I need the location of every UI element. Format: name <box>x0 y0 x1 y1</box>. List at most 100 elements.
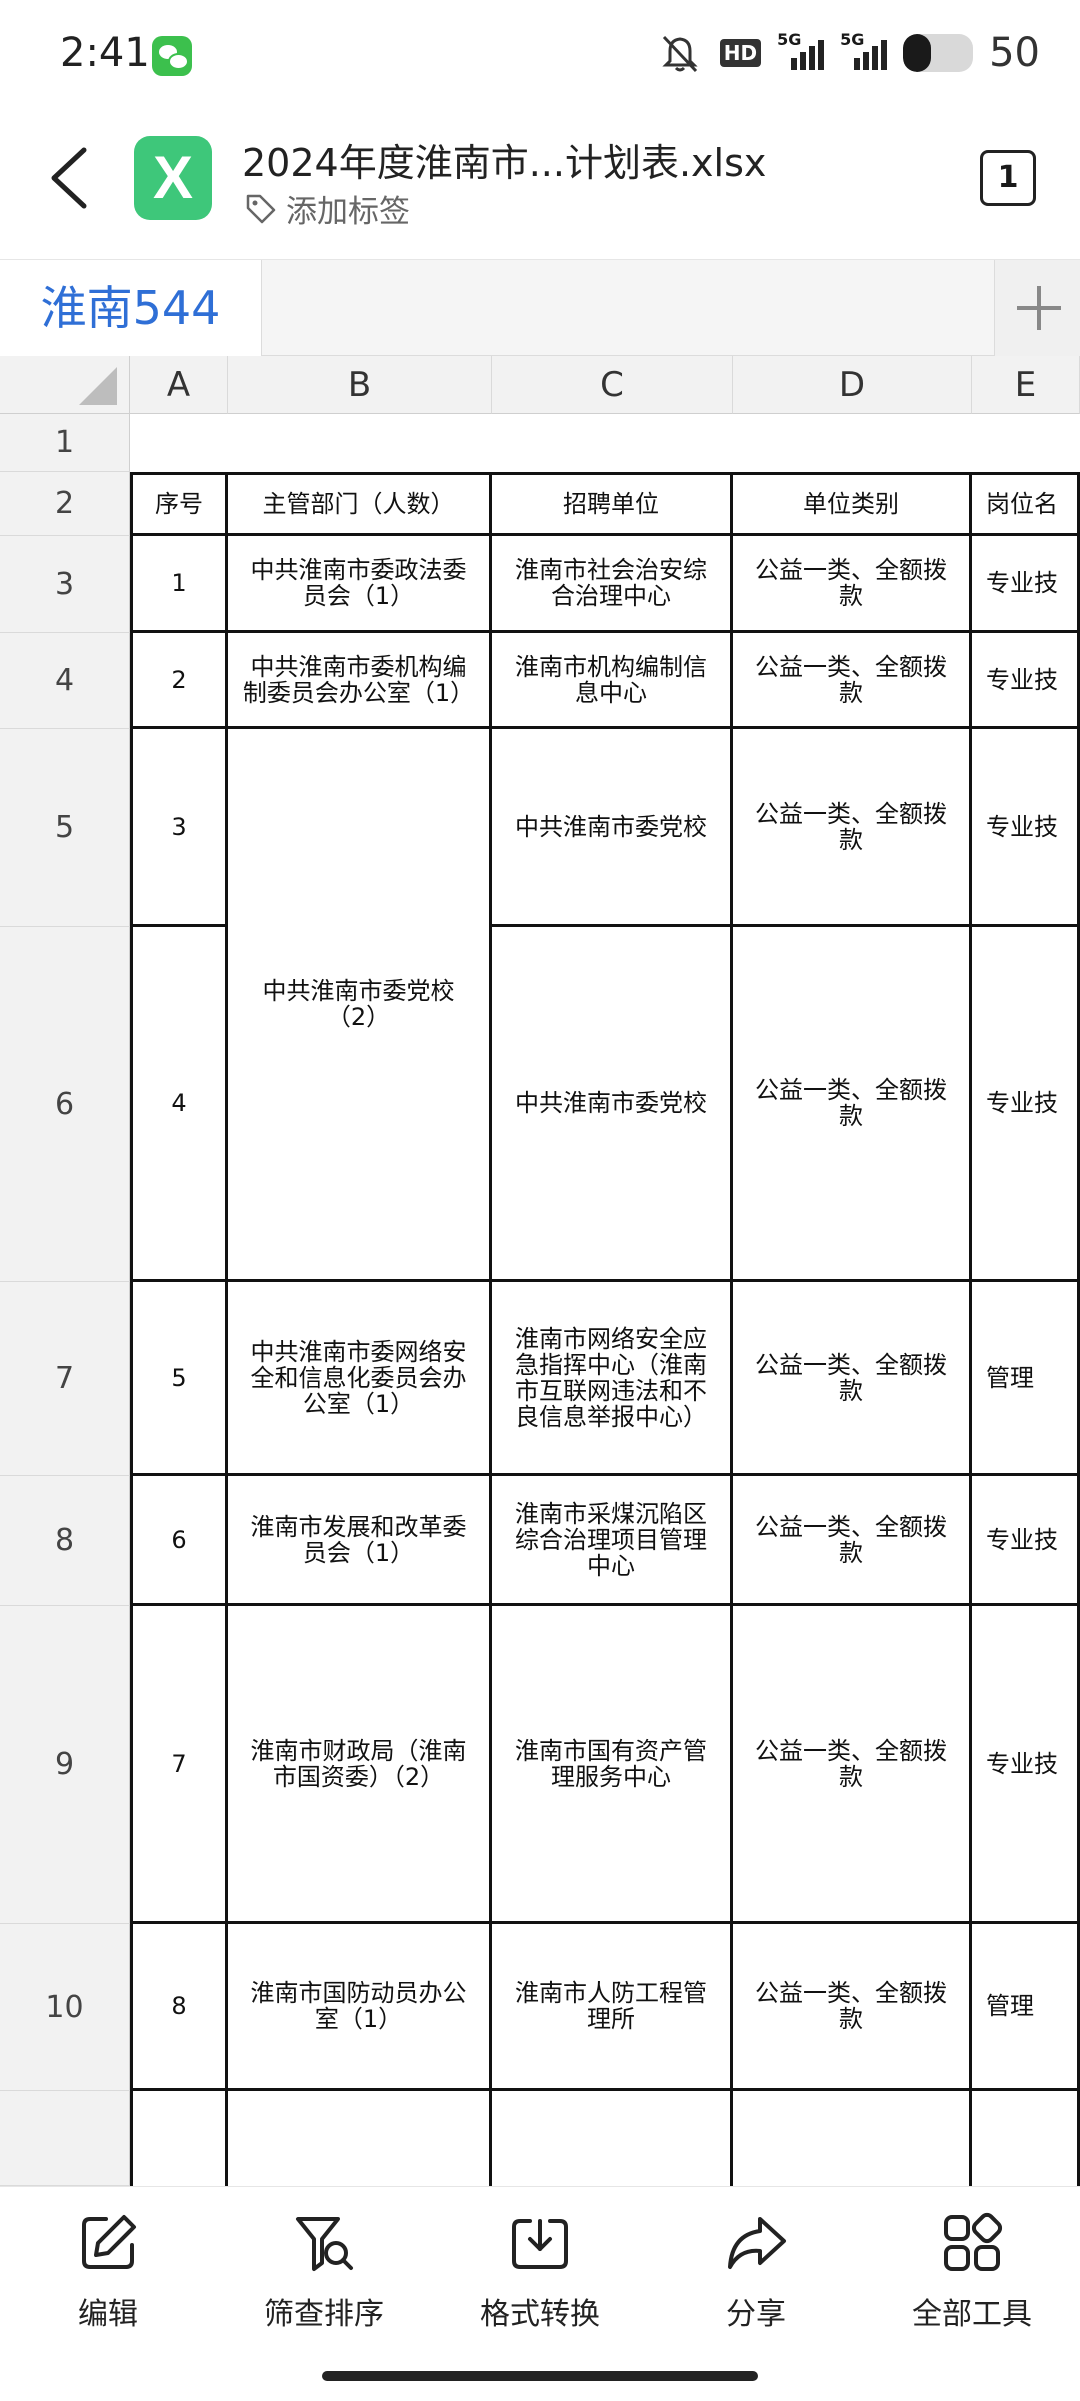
table-header-department-text: 主管部门（人数） <box>262 490 455 518</box>
partial-cell[interactable] <box>130 2091 228 2186</box>
unit-type-cell[interactable]: 公益一类、全额拨款 <box>733 1606 972 1924</box>
column-header-e[interactable]: E <box>972 356 1080 414</box>
department-cell-text: 淮南市发展和改革委员会（1） <box>250 1512 467 1567</box>
unit-cell[interactable]: 淮南市机构编制信息中心 <box>492 633 733 729</box>
share-label: 分享 <box>726 2297 786 2332</box>
position-cell-text: 专业技 <box>986 569 1058 597</box>
table-header-unit[interactable]: 招聘单位 <box>492 472 733 536</box>
unit-type-cell-text: 公益一类、全额拨款 <box>755 1350 947 1405</box>
all-tools-button[interactable]: 全部工具 <box>892 2211 1052 2333</box>
column-header-a[interactable]: A <box>130 356 228 414</box>
unit-cell[interactable]: 淮南市社会治安综合治理中心 <box>492 536 733 633</box>
department-cell[interactable]: 中共淮南市委政法委员会（1） <box>228 536 492 633</box>
position-cell[interactable]: 管理 <box>972 1282 1080 1476</box>
serial-cell[interactable]: 2 <box>130 633 228 729</box>
serial-cell[interactable]: 8 <box>130 1924 228 2091</box>
sheet-tab-bar: 淮南544 <box>0 260 1080 356</box>
status-time: 2:41 <box>60 30 150 76</box>
partial-cell[interactable] <box>492 2091 733 2186</box>
row-header[interactable]: 8 <box>0 1476 130 1606</box>
row-header[interactable]: 5 <box>0 729 130 927</box>
serial-cell[interactable]: 5 <box>130 1282 228 1476</box>
add-tag-button[interactable]: 添加标签 <box>244 186 410 231</box>
hd-badge: HD <box>719 39 762 67</box>
position-cell[interactable]: 专业技 <box>972 1606 1080 1924</box>
file-name: 2024年度淮南市...计划表.xlsx <box>242 141 767 185</box>
table-header-unit_type[interactable]: 单位类别 <box>733 472 972 536</box>
row-header[interactable]: 1 <box>0 414 130 472</box>
unit-cell[interactable]: 淮南市国有资产管理服务中心 <box>492 1606 733 1924</box>
position-cell-text: 管理 <box>986 1992 1034 2020</box>
department-cell[interactable]: 淮南市财政局（淮南市国资委）（2） <box>228 1606 492 1924</box>
department-cell[interactable]: 中共淮南市委机构编制委员会办公室（1） <box>228 633 492 729</box>
serial-cell-text: 8 <box>171 1992 187 2020</box>
department-cell[interactable]: 淮南市国防动员办公室（1） <box>228 1924 492 2091</box>
sheet-tab-active[interactable]: 淮南544 <box>0 260 262 356</box>
unit-cell[interactable]: 中共淮南市委党校 <box>492 927 733 1282</box>
row-header[interactable]: 3 <box>0 536 130 633</box>
unit-cell[interactable]: 淮南市人防工程管理所 <box>492 1924 733 2091</box>
share-button[interactable]: 分享 <box>676 2211 836 2333</box>
unit-type-cell[interactable]: 公益一类、全额拨款 <box>733 1282 972 1476</box>
format-convert-button[interactable]: 格式转换 <box>460 2211 620 2333</box>
position-cell[interactable]: 专业技 <box>972 536 1080 633</box>
column-header-c[interactable]: C <box>492 356 733 414</box>
filter-sort-button[interactable]: 筛查排序 <box>244 2211 404 2333</box>
tag-icon <box>246 194 276 223</box>
row-header[interactable]: 9 <box>0 1606 130 1924</box>
department-cell[interactable]: 中共淮南市委网络安全和信息化委员会办公室（1） <box>228 1282 492 1476</box>
partial-cell[interactable] <box>972 2091 1080 2186</box>
unit-type-cell-text: 公益一类、全额拨款 <box>755 652 947 707</box>
spreadsheet-viewer: 2:41 HD 5G 5G 50 X 2024年度淮南市...计划表.xlsx … <box>0 0 1080 2401</box>
row-header[interactable]: 2 <box>0 472 130 536</box>
table-header-position-text: 岗位名 <box>986 490 1058 518</box>
table-header-position[interactable]: 岗位名 <box>972 472 1080 536</box>
unit-cell[interactable]: 淮南市网络安全应急指挥中心（淮南市互联网违法和不良信息举报中心） <box>492 1282 733 1476</box>
column-header-b[interactable]: B <box>228 356 492 414</box>
serial-cell[interactable]: 3 <box>130 729 228 927</box>
position-cell[interactable]: 管理 <box>972 1924 1080 2091</box>
row-header[interactable] <box>0 2091 130 2186</box>
row-header[interactable]: 10 <box>0 1924 130 2091</box>
column-header-d[interactable]: D <box>733 356 972 414</box>
serial-cell[interactable]: 6 <box>130 1476 228 1606</box>
table-header-serial[interactable]: 序号 <box>130 472 228 536</box>
unit-type-cell-text: 公益一类、全额拨款 <box>755 556 947 610</box>
position-cell[interactable]: 专业技 <box>972 1476 1080 1606</box>
all-tools-label: 全部工具 <box>912 2297 1032 2332</box>
select-all-corner[interactable] <box>0 356 130 414</box>
department-cell[interactable]: 中共淮南市委党校（2） <box>228 729 492 1282</box>
position-cell[interactable]: 专业技 <box>972 633 1080 729</box>
edit-button[interactable]: 编辑 <box>28 2211 188 2333</box>
row-header[interactable]: 7 <box>0 1282 130 1476</box>
sheet-count-button[interactable]: 1 <box>980 150 1036 206</box>
spreadsheet-grid[interactable]: A B C D E 1 2 3 4 5 6 7 8 9 10 序号 主管部门（人数） 招聘单位 单位类别 岗位名 1 中共… <box>0 356 1080 2186</box>
serial-cell[interactable]: 4 <box>130 927 228 1282</box>
unit-type-cell[interactable]: 公益一类、全额拨款 <box>733 633 972 729</box>
unit-type-cell[interactable]: 公益一类、全额拨款 <box>733 536 972 633</box>
row-header[interactable]: 4 <box>0 633 130 729</box>
partial-cell[interactable] <box>733 2091 972 2186</box>
add-sheet-button[interactable] <box>994 260 1080 356</box>
unit-cell-text: 淮南市国有资产管理服务中心 <box>515 1736 707 1791</box>
unit-cell[interactable]: 淮南市采煤沉陷区综合治理项目管理中心 <box>492 1476 733 1606</box>
unit-type-cell[interactable]: 公益一类、全额拨款 <box>733 729 972 927</box>
unit-type-cell[interactable]: 公益一类、全额拨款 <box>733 1476 972 1606</box>
table-header-department[interactable]: 主管部门（人数） <box>228 472 492 536</box>
table-header-serial-text: 序号 <box>155 490 203 518</box>
serial-cell[interactable]: 1 <box>130 536 228 633</box>
serial-cell[interactable]: 7 <box>130 1606 228 1924</box>
file-header: X 2024年度淮南市...计划表.xlsx 添加标签 1 <box>0 110 1080 260</box>
empty-cell[interactable] <box>130 414 1080 472</box>
home-indicator[interactable] <box>322 2371 758 2381</box>
unit-type-cell[interactable]: 公益一类、全额拨款 <box>733 1924 972 2091</box>
partial-cell[interactable] <box>228 2091 492 2186</box>
department-cell[interactable]: 淮南市发展和改革委员会（1） <box>228 1476 492 1606</box>
unit-type-cell[interactable]: 公益一类、全额拨款 <box>733 927 972 1282</box>
back-icon[interactable] <box>40 138 100 218</box>
position-cell[interactable]: 专业技 <box>972 927 1080 1282</box>
unit-cell[interactable]: 中共淮南市委党校 <box>492 729 733 927</box>
position-cell[interactable]: 专业技 <box>972 729 1080 927</box>
row-header[interactable]: 6 <box>0 927 130 1282</box>
serial-cell-text: 6 <box>171 1525 187 1554</box>
